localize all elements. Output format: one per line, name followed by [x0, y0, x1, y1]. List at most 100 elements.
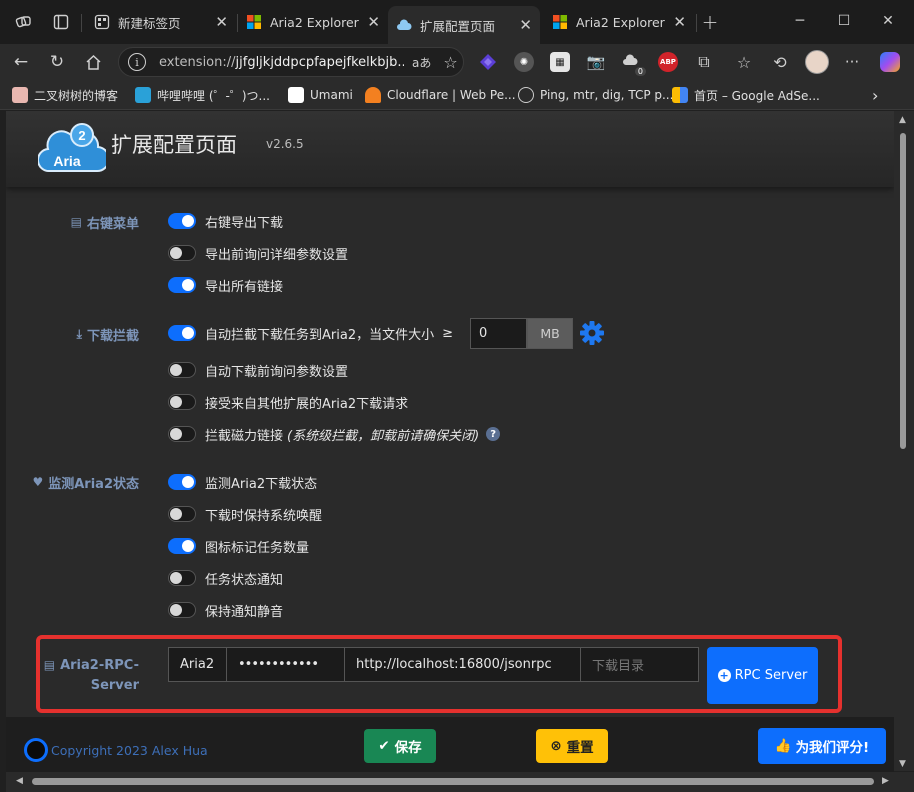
bookmark-item[interactable]: 哔哩哔哩 (゜-゜)つ... — [135, 86, 270, 104]
file-size-input[interactable]: 0 — [470, 318, 527, 349]
check-circle-icon: ✔ — [378, 738, 390, 754]
option-task-notification[interactable]: 任务状态通知 — [168, 567, 283, 589]
extensions-puzzle-icon[interactable]: ⧉ — [694, 52, 714, 72]
option-keep-awake[interactable]: 下载时保持系统唤醒 — [168, 503, 322, 525]
aria2-extension-icon[interactable]: 0 — [622, 52, 646, 76]
umami-icon — [288, 87, 304, 103]
tab-extension-settings[interactable]: 扩展配置页面 ✕ — [388, 6, 540, 44]
refresh-icon[interactable]: ↻ — [44, 49, 70, 75]
favorite-star-icon[interactable]: ☆ — [443, 53, 457, 72]
aria2-cloud-icon — [397, 19, 412, 30]
help-icon[interactable]: ? — [486, 427, 501, 441]
close-tab-icon[interactable]: ✕ — [519, 16, 532, 34]
gear-icon[interactable] — [579, 320, 605, 346]
bookmark-item[interactable]: Ping, mtr, dig, TCP p... — [518, 86, 673, 104]
toggle-switch[interactable] — [168, 602, 196, 618]
scroll-thumb[interactable] — [32, 778, 874, 785]
scroll-down-icon[interactable]: ▼ — [899, 759, 906, 769]
logo-number: 2 — [78, 128, 85, 143]
option-badge-count[interactable]: 图标标记任务数量 — [168, 535, 309, 557]
reset-button[interactable]: ⊗ 重置 — [536, 729, 608, 763]
magnet-note: (系统级拦截，卸载前请确保关闭) — [287, 428, 480, 444]
close-window-button[interactable]: ✕ — [868, 6, 908, 36]
option-ask-before-download[interactable]: 自动下载前询问参数设置 — [168, 359, 348, 381]
new-tab-button[interactable]: + — [698, 10, 722, 34]
copyright-icon — [24, 738, 48, 762]
tab-new-tab[interactable]: 新建标签页 ✕ — [86, 6, 236, 38]
bookmarks-overflow-icon[interactable]: › — [872, 86, 878, 105]
rate-us-button[interactable]: 👍 为我们评分! — [758, 728, 886, 764]
toggle-switch[interactable] — [168, 570, 196, 586]
page-title: 扩展配置页面 — [111, 133, 237, 157]
screenshot-icon[interactable]: 📷 — [586, 52, 606, 72]
scroll-right-icon[interactable]: ▶ — [882, 776, 889, 786]
favorites-icon[interactable]: ☆ — [734, 52, 754, 72]
copyright-text[interactable]: Copyright 2023 Alex Hua — [24, 738, 208, 762]
toggle-switch[interactable] — [168, 362, 196, 378]
rpc-secret-input[interactable]: •••••••••••• — [226, 647, 345, 682]
option-label: 下载时保持系统唤醒 — [205, 508, 323, 524]
bookmark-item[interactable]: 首页 – Google AdSe... — [672, 86, 820, 104]
option-accept-external[interactable]: 接受来自其他扩展的Aria2下载请求 — [168, 391, 408, 413]
close-tab-icon[interactable]: ✕ — [673, 13, 686, 31]
bookmark-item[interactable]: Umami — [288, 86, 353, 104]
extension-gray-icon[interactable]: ✺ — [514, 52, 534, 72]
toggle-switch[interactable] — [168, 245, 196, 261]
option-auto-intercept[interactable]: 自动拦截下载任务到Aria2，当文件大小 ≥ — [168, 322, 453, 344]
option-label: 自动下载前询问参数设置 — [205, 364, 349, 380]
read-aloud-icon[interactable]: aあ — [412, 54, 431, 71]
toggle-switch[interactable] — [168, 426, 196, 442]
option-label: 任务状态通知 — [205, 572, 284, 588]
workspaces-icon[interactable] — [12, 10, 36, 34]
toggle-switch[interactable] — [168, 474, 196, 490]
tab-aria2-explorer[interactable]: Aria2 Explorer - M ✕ — [544, 6, 694, 38]
home-icon[interactable] — [80, 49, 106, 75]
option-label: 图标标记任务数量 — [205, 540, 310, 556]
rpc-dir-input[interactable]: 下载目录 — [580, 647, 699, 682]
thumbs-up-icon: 👍 — [774, 738, 792, 754]
add-rpc-server-button[interactable]: + RPC Server — [707, 647, 818, 704]
option-ask-before-export[interactable]: 导出前询问详细参数设置 — [168, 242, 348, 264]
copilot-icon[interactable] — [880, 52, 900, 72]
close-tab-icon[interactable]: ✕ — [215, 13, 228, 31]
adblock-plus-icon[interactable]: ABP — [658, 52, 678, 72]
toggle-switch[interactable] — [168, 538, 196, 554]
option-context-export[interactable]: 右键导出下载 — [168, 210, 283, 232]
option-mute-notification[interactable]: 保持通知静音 — [168, 599, 283, 621]
bookmark-item[interactable]: 二叉树树的博客 — [12, 86, 118, 104]
scroll-up-icon[interactable]: ▲ — [899, 115, 906, 125]
rpc-name-input[interactable]: Aria2 — [168, 647, 227, 682]
back-icon[interactable]: ← — [8, 49, 34, 75]
option-intercept-magnet[interactable]: 拦截磁力链接 (系统级拦截，卸载前请确保关闭) ? — [168, 423, 501, 445]
more-menu-icon[interactable]: ··· — [842, 52, 862, 72]
save-button[interactable]: ✔ 保存 — [364, 729, 436, 763]
globe-icon — [518, 87, 534, 103]
maximize-button[interactable]: ☐ — [824, 6, 864, 36]
section-monitor-label: ♥ 监测Aria2状态 — [32, 475, 139, 492]
close-tab-icon[interactable]: ✕ — [367, 13, 380, 31]
toggle-switch[interactable] — [168, 277, 196, 293]
tab-aria2-explorer[interactable]: Aria2 Explorer - M ✕ — [238, 6, 388, 38]
site-info-icon[interactable]: i — [128, 53, 146, 71]
profile-avatar[interactable] — [805, 50, 829, 74]
scroll-left-icon[interactable]: ◀ — [16, 776, 23, 786]
minimize-button[interactable]: ─ — [780, 6, 820, 36]
toggle-switch[interactable] — [168, 506, 196, 522]
option-monitor-status[interactable]: 监测Aria2下载状态 — [168, 471, 317, 493]
vertical-scrollbar[interactable]: ▲ ▼ — [894, 111, 914, 771]
vertical-tabs-icon[interactable] — [49, 10, 73, 34]
address-url[interactable]: extension://jjfgljkjddpcpfapejfkelkbjb..… — [159, 55, 404, 70]
scroll-thumb[interactable] — [900, 133, 906, 449]
toggle-switch[interactable] — [168, 325, 196, 341]
option-label: 保持通知静音 — [205, 604, 284, 620]
rpc-url-input[interactable]: http://localhost:16800/jsonrpc — [344, 647, 581, 682]
toggle-switch[interactable] — [168, 394, 196, 410]
horizontal-scrollbar[interactable]: ◀ ▶ — [6, 772, 914, 792]
address-bar[interactable]: i extension://jjfgljkjddpcpfapejfkelkbjb… — [118, 47, 464, 77]
history-icon[interactable]: ⟲ — [770, 52, 790, 72]
bookmark-item[interactable]: Cloudflare | Web Pe... — [365, 86, 516, 104]
option-export-all-links[interactable]: 导出所有链接 — [168, 274, 283, 296]
qr-code-icon[interactable]: ▦ — [550, 52, 570, 72]
extension-purple-icon[interactable] — [478, 52, 498, 72]
toggle-switch[interactable] — [168, 213, 196, 229]
